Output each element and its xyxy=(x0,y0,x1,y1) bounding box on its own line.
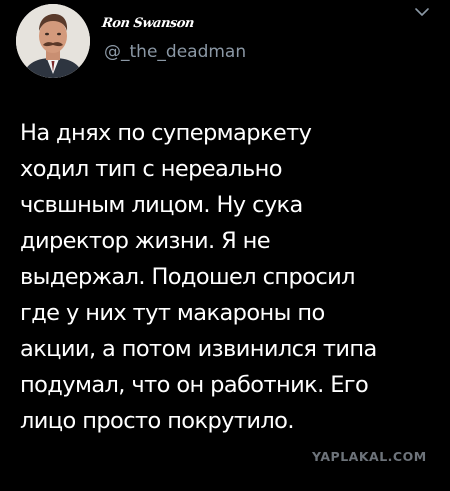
avatar-portrait-icon xyxy=(16,4,90,78)
author-display-name[interactable]: Ron Swanson xyxy=(101,16,195,31)
tweet-card: Ron Swanson @_the_deadman На днях по суп… xyxy=(0,0,450,491)
author-handle[interactable]: @_the_deadman xyxy=(104,42,246,62)
author-avatar[interactable] xyxy=(16,4,90,78)
tweet-text: На днях по супермаркету ходил тип с нере… xyxy=(20,120,377,434)
chevron-down-icon[interactable] xyxy=(412,4,432,18)
watermark: YAPLAKAL.COM xyxy=(312,449,427,464)
